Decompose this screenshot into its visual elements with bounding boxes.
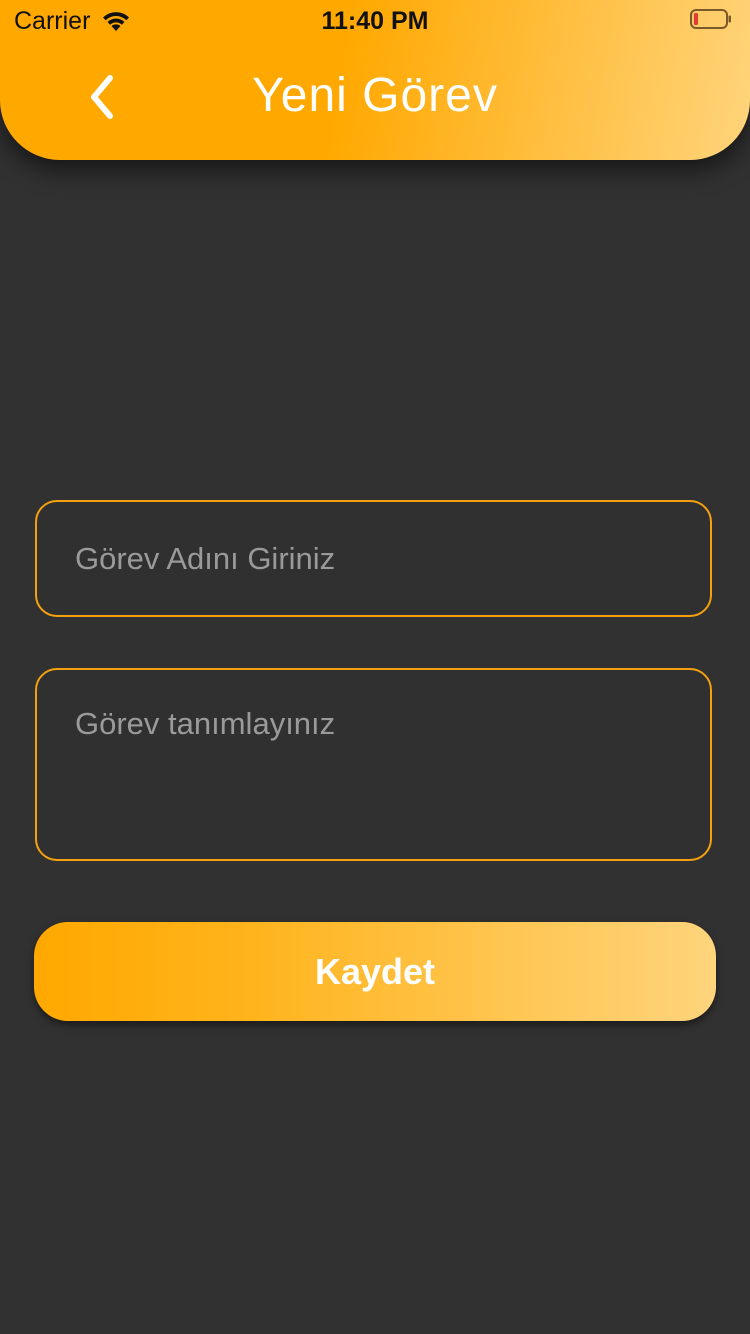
task-description-input[interactable]	[75, 706, 675, 836]
new-task-screen: Carrier 11:40 PM Yeni Görev Kaydet	[0, 0, 750, 1334]
status-time: 11:40 PM	[321, 7, 429, 35]
save-button[interactable]: Kaydet	[34, 922, 716, 1021]
save-button-label: Kaydet	[314, 950, 436, 992]
task-name-field[interactable]	[35, 500, 712, 617]
battery-icon	[690, 9, 731, 29]
task-description-field[interactable]	[35, 668, 712, 861]
page-title: Yeni Görev	[252, 69, 498, 122]
task-name-input[interactable]	[75, 538, 675, 580]
header-bar: Carrier 11:40 PM Yeni Görev	[0, 0, 750, 160]
status-bar: Carrier 11:40 PM	[0, 0, 750, 40]
